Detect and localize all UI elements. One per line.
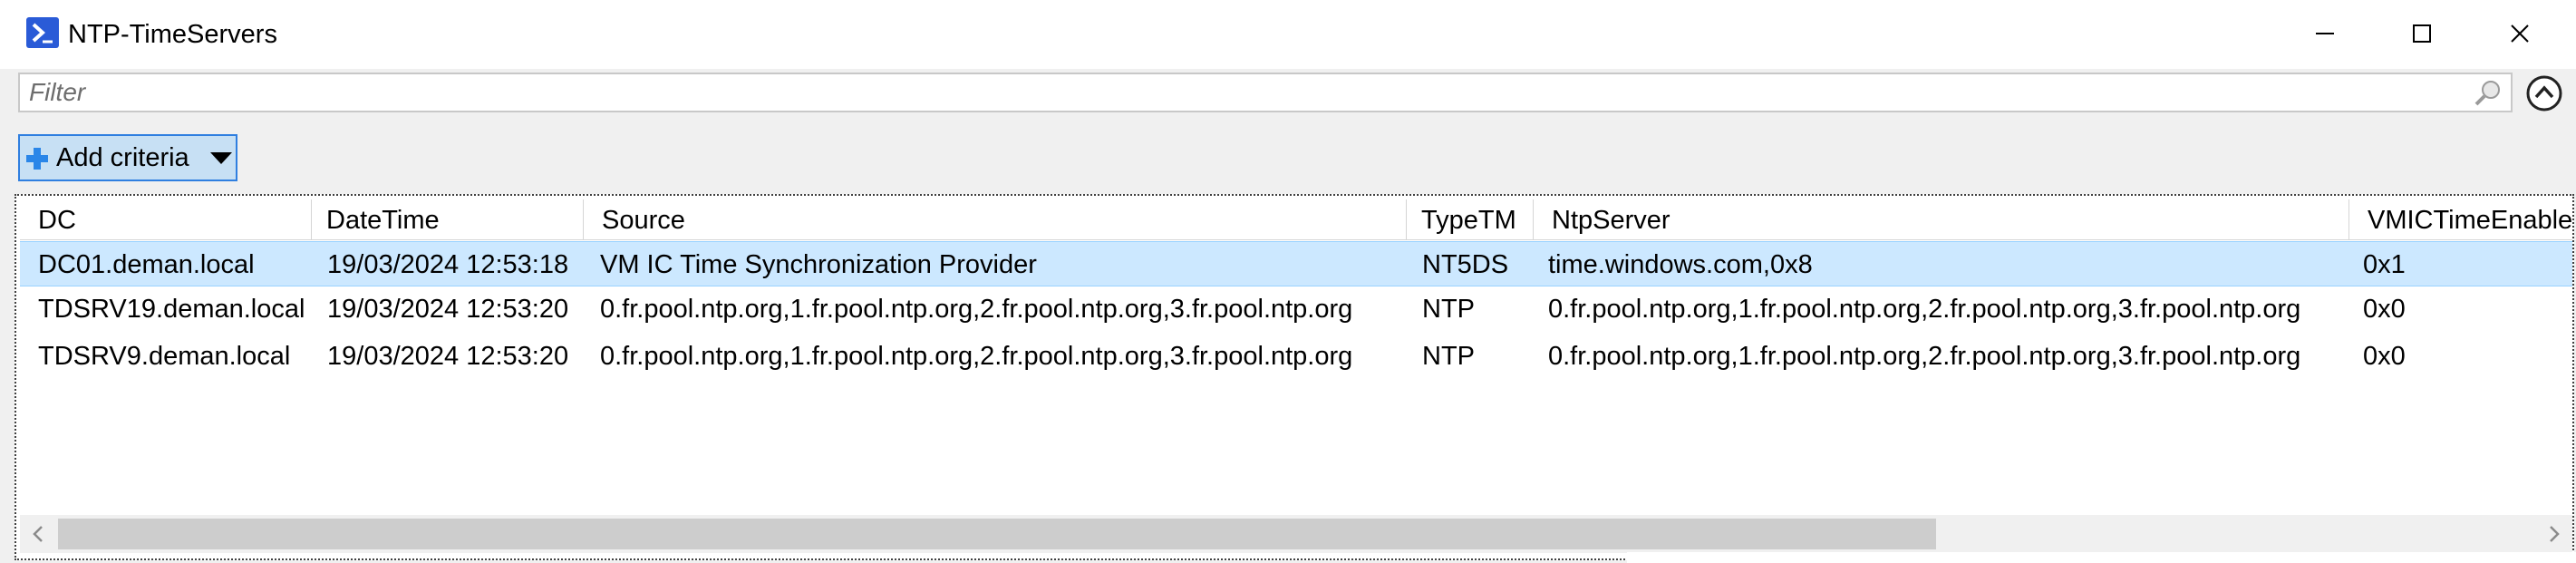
cell-vmictimeenable: 0x1 xyxy=(2363,250,2406,279)
cell-vmictimeenable: 0x0 xyxy=(2363,342,2406,371)
window-title: NTP-TimeServers xyxy=(68,20,277,49)
table-row[interactable]: DC01.deman.local 19/03/2024 12:53:18 VM … xyxy=(20,241,2572,286)
add-criteria-label: Add criteria xyxy=(56,143,189,172)
cell-source: VM IC Time Synchronization Provider xyxy=(600,250,1037,279)
cell-ntpserver: time.windows.com,0x8 xyxy=(1548,250,1813,279)
plus-icon xyxy=(26,148,48,170)
cell-dc: TDSRV9.deman.local xyxy=(38,342,291,371)
scroll-right-icon[interactable] xyxy=(2545,524,2563,544)
title-bar[interactable]: NTP-TimeServers xyxy=(0,0,2576,69)
cell-ntpserver: 0.fr.pool.ntp.org,1.fr.pool.ntp.org,2.fr… xyxy=(1548,342,2301,371)
chevron-up-circle-icon xyxy=(2526,75,2562,112)
minimize-icon xyxy=(2316,33,2334,34)
column-header-ntpserver[interactable]: NtpServer xyxy=(1534,199,2349,239)
column-header-vmictimeenable[interactable]: VMICTimeEnable xyxy=(2349,199,2572,239)
filter-bar xyxy=(0,71,2576,121)
cell-typetm: NT5DS xyxy=(1422,250,1509,279)
cell-datetime: 19/03/2024 12:53:18 xyxy=(327,250,569,279)
scrollbar-thumb[interactable] xyxy=(58,519,1936,549)
cell-datetime: 19/03/2024 12:53:20 xyxy=(327,295,569,324)
powershell-icon xyxy=(26,17,59,48)
horizontal-scrollbar[interactable] xyxy=(20,515,2572,553)
minimize-button[interactable] xyxy=(2280,0,2370,67)
cell-source: 0.fr.pool.ntp.org,1.fr.pool.ntp.org,2.fr… xyxy=(600,342,1353,371)
table-row[interactable]: TDSRV9.deman.local 19/03/2024 12:53:20 0… xyxy=(20,334,2572,379)
ntp-timeservers-window: NTP-TimeServers Filter Add criteria DC D… xyxy=(0,0,2576,563)
background-strip xyxy=(1627,552,2576,563)
grid-header: DC DateTime Source TypeTM NtpServer VMIC… xyxy=(20,199,2572,240)
collapse-filter-button[interactable] xyxy=(2525,74,2563,112)
cell-dc: TDSRV19.deman.local xyxy=(38,295,305,324)
cell-typetm: NTP xyxy=(1422,342,1475,371)
cell-source: 0.fr.pool.ntp.org,1.fr.pool.ntp.org,2.fr… xyxy=(600,295,1353,324)
column-header-source[interactable]: Source xyxy=(584,199,1407,239)
column-header-dc[interactable]: DC xyxy=(20,199,312,239)
table-row[interactable]: TDSRV19.deman.local 19/03/2024 12:53:20 … xyxy=(20,286,2572,332)
maximize-button[interactable] xyxy=(2377,0,2467,67)
cell-dc: DC01.deman.local xyxy=(38,250,255,279)
scroll-left-icon[interactable] xyxy=(29,524,47,544)
cell-ntpserver: 0.fr.pool.ntp.org,1.fr.pool.ntp.org,2.fr… xyxy=(1548,295,2301,324)
maximize-icon xyxy=(2413,24,2431,43)
add-criteria-button[interactable]: Add criteria xyxy=(18,134,237,181)
filter-input[interactable] xyxy=(18,73,2513,112)
cell-typetm: NTP xyxy=(1422,295,1475,324)
caret-down-icon xyxy=(210,152,232,164)
search-icon[interactable] xyxy=(2473,78,2503,109)
column-header-typetm[interactable]: TypeTM xyxy=(1407,199,1534,239)
cell-vmictimeenable: 0x0 xyxy=(2363,295,2406,324)
close-icon xyxy=(2511,24,2529,43)
column-header-datetime[interactable]: DateTime xyxy=(312,199,584,239)
close-button[interactable] xyxy=(2474,0,2565,67)
results-grid[interactable]: DC DateTime Source TypeTM NtpServer VMIC… xyxy=(20,199,2572,555)
cell-datetime: 19/03/2024 12:53:20 xyxy=(327,342,569,371)
